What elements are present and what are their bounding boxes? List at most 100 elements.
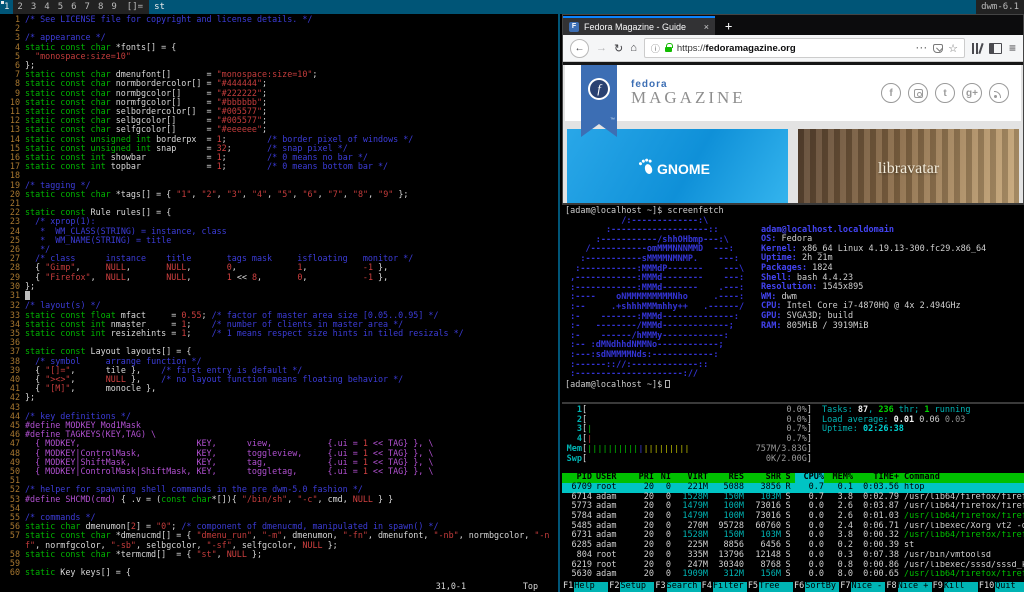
process-row[interactable]: 804root200335M1379612148S0.00.30:07.38/u…	[562, 551, 1024, 561]
process-row[interactable]: 5773adam2001479M100M73016S0.02.60:03.87/…	[562, 502, 1024, 512]
lock-icon	[665, 47, 672, 52]
fkey-f9[interactable]: F9Kill	[932, 582, 978, 592]
tab-title: Fedora Magazine - Guide	[584, 22, 699, 32]
pocket-icon[interactable]	[933, 44, 943, 53]
htop-window[interactable]: 1[0.0%]2[0.0%]3[|0.7%]4[|0.7%]Mem[||||||…	[562, 402, 1024, 592]
library-icon[interactable]	[972, 43, 982, 54]
tag-2[interactable]: 2	[13, 0, 26, 14]
tag-7[interactable]: 7	[81, 0, 94, 14]
cursor-position: 31,0-1	[436, 581, 466, 591]
meter-1: 1[0.0%]	[565, 406, 812, 416]
forward-button[interactable]: →	[596, 42, 607, 54]
brand-magazine: MAGAZINE	[631, 88, 746, 108]
editor-window[interactable]: 1/* See LICENSE file for copyright and l…	[0, 14, 560, 592]
fkey-f2[interactable]: F2Setup	[608, 582, 654, 592]
rss-icon[interactable]	[989, 83, 1009, 103]
menu-icon[interactable]: ≡	[1009, 41, 1016, 55]
editor-lines: 1/* See LICENSE file for copyright and l…	[0, 14, 558, 577]
editor-line: 5 "monospace:size=10"	[0, 52, 558, 61]
article-gnome[interactable]: GNOME	[567, 129, 788, 203]
status-text: dwm-6.1	[976, 0, 1024, 14]
new-tab-button[interactable]: +	[715, 16, 742, 35]
site-info-icon[interactable]: ⓘ	[651, 42, 660, 55]
editor-line: 25 * WM_NAME(STRING) = title	[0, 236, 558, 245]
tab-fedora-magazine[interactable]: F Fedora Magazine - Guide ×	[563, 16, 715, 35]
tasks-summary: Tasks: 87, 236 thr; 1 runningLoad averag…	[812, 406, 1021, 464]
home-button[interactable]: ⌂	[630, 42, 637, 54]
editor-line: 35static const int resizehints = 1; /* 1…	[0, 329, 558, 338]
trademark: ™	[610, 117, 615, 123]
tag-6[interactable]: 6	[67, 0, 80, 14]
article-libravatar[interactable]: libravatar	[798, 129, 1019, 203]
editor-line: 17static const int topbar = 1; /* 0 mean…	[0, 162, 558, 171]
process-row[interactable]: 6709root200221M50883856R0.70.10:03.56hto…	[562, 483, 1024, 493]
editor-line: 60static Key keys[] = {	[0, 568, 558, 577]
info-line: RAM: 805MiB / 3919MiB	[761, 322, 986, 332]
instagram-icon[interactable]	[908, 83, 928, 103]
htop-column-command[interactable]: Command	[899, 473, 1024, 483]
process-row[interactable]: 6714adam2001528M150M103MS0.73.80:02.79/u…	[562, 493, 1024, 503]
twitter-icon[interactable]: t	[935, 83, 955, 103]
fkey-f4[interactable]: F4Filter	[701, 582, 747, 592]
magazine-header: f ™ fedora MAGAZINE f t g+	[565, 65, 1021, 121]
editor-line: 50 { MODKEY|ControlMask|ShiftMask, KEY, …	[0, 467, 558, 476]
process-row[interactable]: 5784adam2001479M100M73016S0.02.60:01.03/…	[562, 512, 1024, 522]
htop-meters-area: 1[0.0%]2[0.0%]3[|0.7%]4[|0.7%]Mem[||||||…	[562, 406, 1024, 464]
meter-3: 3[|0.7%]	[565, 425, 812, 435]
tab-bar: F Fedora Magazine - Guide × +	[563, 15, 1023, 35]
reload-button[interactable]: ↻	[614, 42, 623, 55]
tag-8[interactable]: 8	[94, 0, 107, 14]
screenfetch-output: /:-------------:\ :-------------------::…	[565, 217, 1021, 380]
fedora-logo[interactable]: f ™	[581, 65, 617, 137]
googleplus-icon[interactable]: g+	[962, 83, 982, 103]
meter-Swp: Swp[0K/2.00G]	[565, 455, 812, 465]
tag-list: 123456789	[0, 0, 121, 14]
terminal-window[interactable]: [adam@localhost ~]$ screenfetch /:------…	[562, 203, 1024, 402]
process-rows: 6709root200221M50883856R0.70.10:03.56hto…	[562, 483, 1024, 580]
editor-line: 20static const char *tags[] = { "1", "2"…	[0, 190, 558, 199]
process-row[interactable]: 5630adam2001909M312M156MS0.08.00:00.65/u…	[562, 570, 1024, 580]
fkey-f10[interactable]: F10Quit	[978, 582, 1024, 592]
tag-1[interactable]: 1	[0, 0, 13, 14]
fkey-f8[interactable]: F8Nice +	[885, 582, 931, 592]
editor-line: 42};	[0, 393, 558, 402]
social-icons: f t g+	[881, 83, 1009, 103]
fkey-f6[interactable]: F6SortBy	[793, 582, 839, 592]
site-brand[interactable]: fedora MAGAZINE	[631, 79, 746, 108]
back-button[interactable]: ←	[570, 39, 589, 58]
process-row[interactable]: 6219root200247M303408768S0.00.80:00.86/u…	[562, 561, 1024, 571]
summary-line: Uptime: 02:26:38	[822, 425, 1021, 435]
tag-9[interactable]: 9	[107, 0, 120, 14]
sidebar-icon[interactable]	[989, 43, 1002, 54]
fkey-f5[interactable]: F5Tree	[747, 582, 793, 592]
fkey-f1[interactable]: F1Help	[562, 582, 608, 592]
right-column: F Fedora Magazine - Guide × + ← → ↻ ⌂ ⓘ …	[562, 14, 1024, 592]
fkey-f7[interactable]: F7Nice -	[839, 582, 885, 592]
layout-symbol[interactable]: []=	[121, 0, 149, 14]
fedora-logo-circle: f	[588, 78, 610, 100]
page-actions-icon[interactable]: ···	[916, 43, 928, 53]
editor-line: 57static const char *dmenucmd[] = { "dme…	[0, 531, 558, 549]
process-row[interactable]: 6285adam200225M88566456S0.00.20:00.39st	[562, 541, 1024, 551]
fkey-f3[interactable]: F3Search	[654, 582, 700, 592]
editor-line: 1/* See LICENSE file for copyright and l…	[0, 15, 558, 24]
process-table-header: PIDUSERPRINIVIRTRESSHRSCPU%MEM%TIME+Comm…	[562, 473, 1024, 483]
nav-toolbar: ← → ↻ ⌂ ⓘ https://fedoramagazine.org ···…	[563, 35, 1023, 62]
process-table: PIDUSERPRINIVIRTRESSHRSCPU%MEM%TIME+Comm…	[562, 473, 1024, 580]
process-row[interactable]: 5485adam200270M9572860760S0.02.40:06.71/…	[562, 522, 1024, 532]
editor-line: 30};	[0, 282, 558, 291]
tab-close-icon[interactable]: ×	[704, 22, 709, 32]
prompt-line-2: [adam@localhost ~]$	[565, 380, 1021, 391]
url-text[interactable]: https://fedoramagazine.org	[677, 43, 911, 54]
tab-favicon: F	[569, 22, 579, 32]
tag-3[interactable]: 3	[27, 0, 40, 14]
editor-line: 53#define SHCMD(cmd) { .v = (const char*…	[0, 495, 558, 504]
facebook-icon[interactable]: f	[881, 83, 901, 103]
tag-4[interactable]: 4	[40, 0, 53, 14]
process-row[interactable]: 6731adam2001528M150M103MS0.03.80:00.32/u…	[562, 531, 1024, 541]
bookmark-star-icon[interactable]: ☆	[948, 42, 958, 55]
dwm-bar: 123456789 []= st dwm-6.1	[0, 0, 1024, 14]
url-bar[interactable]: ⓘ https://fedoramagazine.org ··· ☆	[644, 38, 965, 58]
terminal-cursor	[665, 380, 670, 388]
tag-5[interactable]: 5	[54, 0, 67, 14]
